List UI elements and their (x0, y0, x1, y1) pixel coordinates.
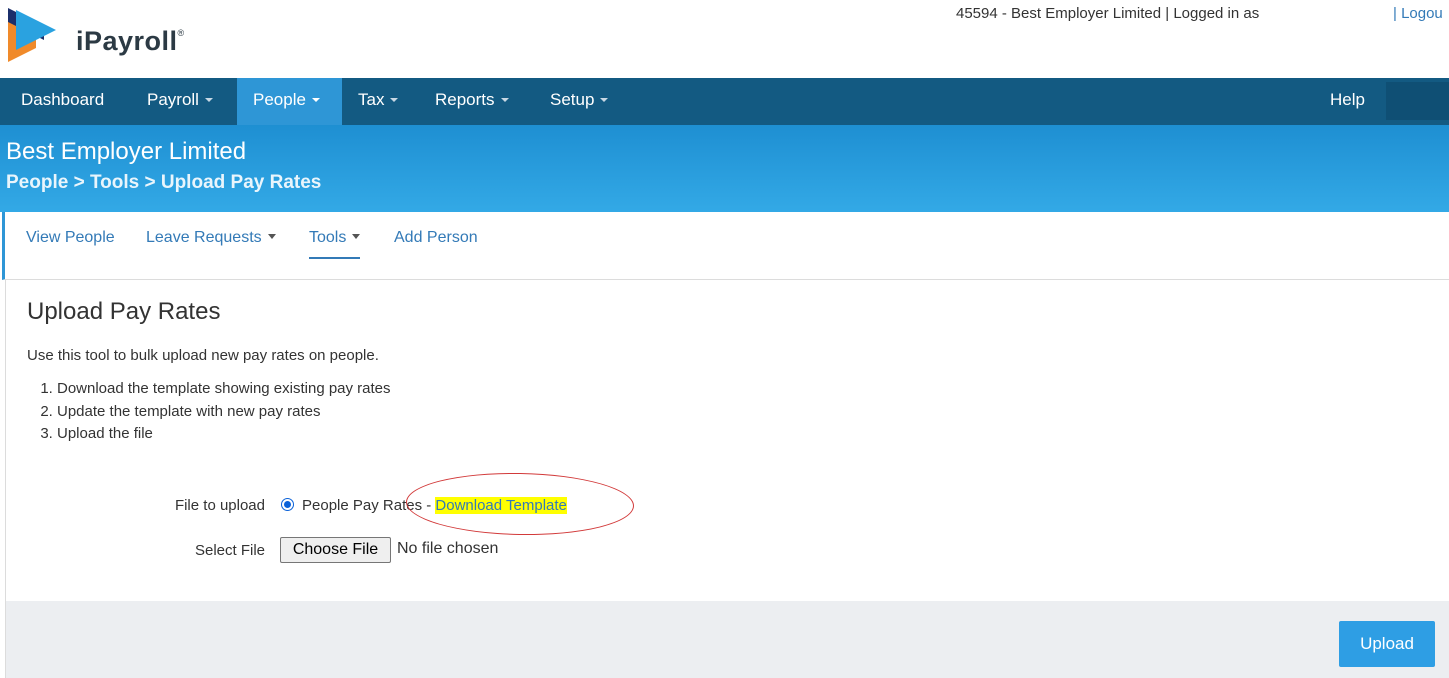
steps-list: Download the template showing existing p… (27, 378, 391, 446)
subnav-view-people[interactable]: View People (26, 229, 115, 257)
upload-pay-rates-panel: Upload Pay Rates Use this tool to bulk u… (5, 280, 1449, 678)
account-info: 45594 - Best Employer Limited | Logged i… (956, 5, 1260, 22)
nav-help[interactable]: Help (1316, 78, 1379, 125)
choose-file-button[interactable]: Choose File (280, 537, 391, 563)
nav-reports[interactable]: Reports (419, 78, 525, 125)
chevron-down-icon (267, 234, 276, 240)
annotation-ellipse (405, 471, 635, 537)
no-file-text: No file chosen (397, 540, 499, 557)
chevron-down-icon (600, 97, 609, 102)
people-pay-rates-radio[interactable] (281, 498, 294, 511)
logout-link[interactable]: | Logou (1393, 5, 1443, 22)
breadcrumb: People > Tools > Upload Pay Rates (6, 172, 322, 193)
subnav-tools[interactable]: Tools (309, 229, 361, 259)
nav-tax[interactable]: Tax (342, 78, 414, 125)
brand-name: iPayroll® (76, 26, 185, 56)
nav-setup[interactable]: Setup (534, 78, 624, 125)
subnav-add-person[interactable]: Add Person (394, 229, 478, 257)
file-to-upload-label: File to upload (174, 497, 265, 514)
chevron-down-icon (204, 97, 213, 102)
nav-user-block[interactable] (1386, 82, 1449, 120)
subnav-leave-requests[interactable]: Leave Requests (146, 229, 276, 257)
main-nav: Dashboard Payroll People Tax Reports Set… (0, 78, 1449, 125)
panel-footer: Upload (6, 601, 1449, 678)
top-bar: iPayroll® 45594 - Best Employer Limited … (0, 0, 1449, 78)
company-name: Best Employer Limited (6, 138, 247, 165)
intro-text: Use this tool to bulk upload new pay rat… (27, 347, 379, 364)
chevron-down-icon (500, 97, 509, 102)
chevron-down-icon (390, 97, 399, 102)
sub-nav: View People Leave Requests Tools Add Per… (2, 212, 1449, 280)
page-title: Upload Pay Rates (27, 298, 221, 325)
chevron-down-icon (352, 234, 361, 240)
nav-people[interactable]: People (237, 78, 342, 125)
title-band: Best Employer Limited People > Tools > U… (0, 125, 1449, 212)
list-item: Upload the file (57, 423, 391, 446)
upload-button[interactable]: Upload (1339, 621, 1435, 667)
list-item: Update the template with new pay rates (57, 401, 391, 424)
nav-payroll[interactable]: Payroll (131, 78, 229, 125)
select-file-label: Select File (194, 542, 265, 559)
ipayroll-logo-icon[interactable] (4, 4, 58, 62)
nav-dashboard[interactable]: Dashboard (5, 78, 120, 125)
chevron-down-icon (311, 97, 320, 102)
list-item: Download the template showing existing p… (57, 378, 391, 401)
